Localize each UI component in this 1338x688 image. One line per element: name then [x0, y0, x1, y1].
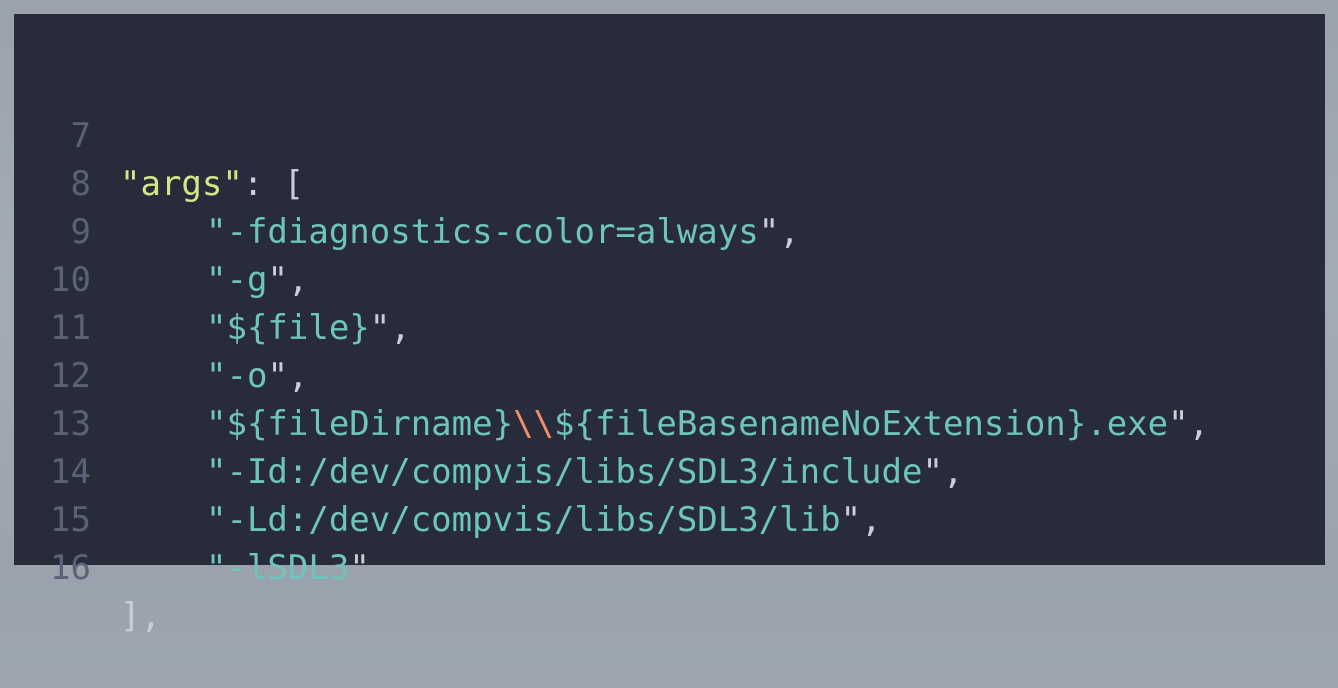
code-line-8: 8 "-fdiagnostics-color=always", — [14, 112, 1325, 252]
line-number: 16 — [50, 548, 91, 588]
line-content: ], — [120, 592, 161, 640]
code-snippet-panel: 7 "args": [ 8 "-fdiagnostics-color=alway… — [14, 14, 1325, 636]
code-line-16: 16 ], — [14, 496, 1325, 636]
string-value: -lSDL3 — [226, 548, 350, 588]
string-open-quote: " — [206, 548, 227, 588]
code-line-10: 10 "${file}", — [14, 208, 1325, 348]
code-line-14: 14 "-Ld:/dev/compvis/libs/SDL3/lib", — [14, 400, 1325, 540]
code-line-12: 12 "${fileDirname}\\${fileBasenameNoExte… — [14, 304, 1325, 444]
code-line-7: 7 "args": [ — [14, 64, 1325, 204]
code-line-9: 9 "-g", — [14, 160, 1325, 300]
string-close-quote: " — [349, 548, 370, 588]
array-close-bracket: ], — [120, 596, 161, 636]
code-line-11: 11 "-o", — [14, 256, 1325, 396]
code-line-15: 15 "-lSDL3" — [14, 448, 1325, 588]
line-content: "-lSDL3" — [120, 544, 370, 592]
code-line-13: 13 "-Id:/dev/compvis/libs/SDL3/include", — [14, 352, 1325, 492]
